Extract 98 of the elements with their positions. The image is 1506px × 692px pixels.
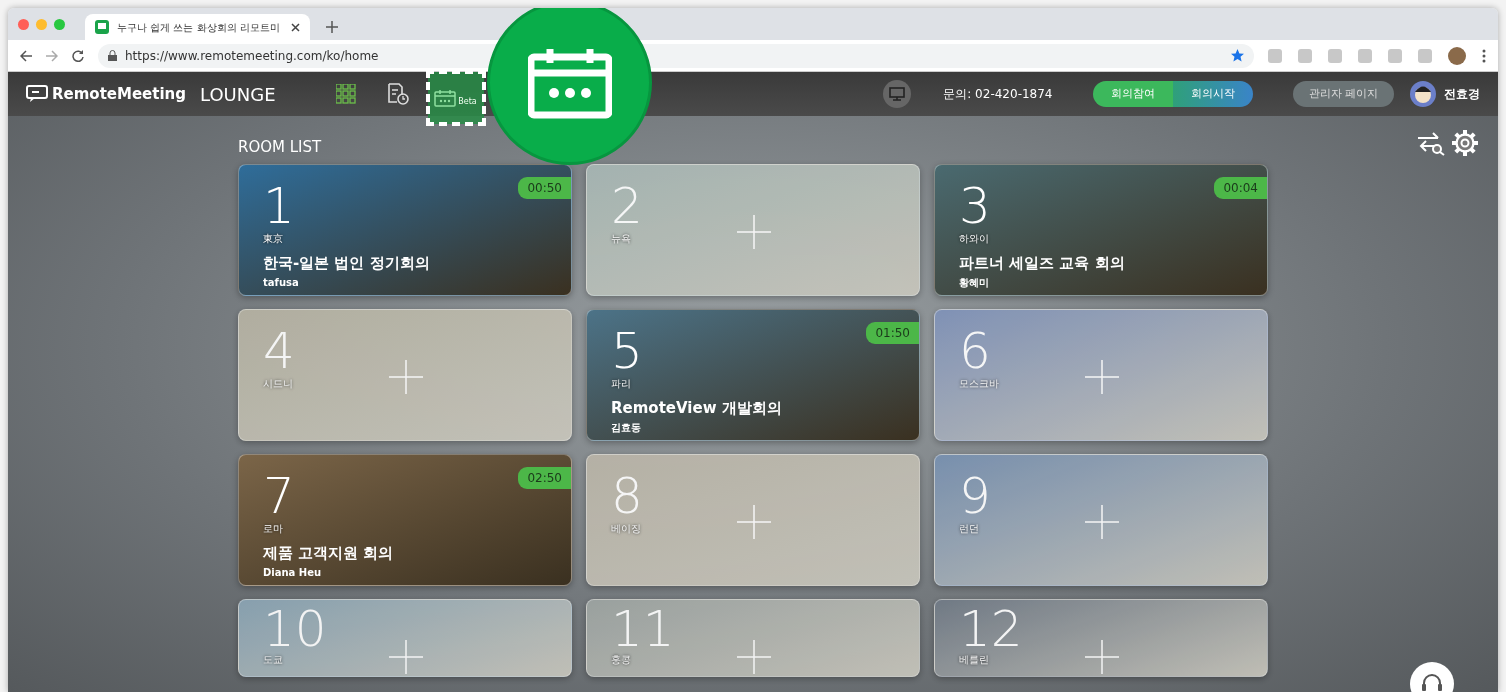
user-name[interactable]: 전효경 [1444,85,1480,103]
extension-icon[interactable] [1328,48,1342,63]
calendar-icon [434,89,457,107]
plus-icon[interactable] [737,640,771,674]
city-name: 홍콩 [611,653,632,667]
minimize-window-button[interactable] [36,18,47,30]
monitor-button[interactable] [883,80,912,108]
host-name: tafusa [263,275,300,290]
menu-icon[interactable] [1482,48,1486,63]
city-name: 뉴욕 [611,232,632,246]
plus-icon[interactable] [737,505,771,539]
empty-room-card[interactable]: 10 도쿄 [238,599,572,677]
room-number: 11 [611,604,675,654]
close-window-button[interactable] [18,18,29,30]
room-number: 10 [263,604,327,654]
calendar-icon [527,46,612,119]
favicon-icon [95,20,109,34]
room-number: 8 [611,471,643,521]
meeting-room-card[interactable]: 3 하와이 파트너 세일즈 교육 회의 황혜미 00:04 [934,164,1268,296]
reload-icon[interactable] [72,49,84,62]
empty-room-card[interactable]: 2 뉴욕 [586,164,920,296]
new-tab-icon[interactable] [326,21,338,33]
plus-icon[interactable] [737,215,771,249]
room-number: 7 [263,471,295,521]
room-number: 12 [959,604,1023,654]
monitor-icon [889,87,906,101]
swap-search-icon[interactable] [1416,130,1446,156]
logo-text: RemoteMeeting [52,83,186,105]
plus-icon[interactable] [389,360,423,394]
user-avatar-icon[interactable] [1410,81,1436,107]
profile-avatar[interactable] [1448,46,1466,65]
url-text: https://www.remotemeeting.com/ko/home [125,47,380,65]
extension-icon[interactable] [1418,48,1432,63]
grid-icon [335,84,356,104]
room-number: 9 [959,471,991,521]
elapsed-timer: 00:04 [1214,177,1267,199]
start-meeting-button[interactable]: 회의시작 [1172,80,1253,108]
logo-icon [26,85,48,103]
city-name: 東京 [263,232,284,246]
room-number: 4 [263,326,295,376]
section-title: ROOM LIST [238,137,323,158]
lock-icon [108,50,117,61]
empty-room-card[interactable]: 8 베이징 [586,454,920,586]
elapsed-timer: 02:50 [518,467,571,489]
city-name: 하와이 [959,232,990,246]
back-icon[interactable] [20,49,32,62]
city-name: 시드니 [263,377,294,391]
meeting-title: 한국-일본 법인 정기회의 [263,253,431,274]
empty-room-card[interactable]: 11 홍콩 [586,599,920,677]
room-number: 5 [611,326,643,376]
host-name: Diana Heu [263,565,323,580]
plus-icon[interactable] [1085,640,1119,674]
city-name: 모스크바 [959,377,1000,391]
city-name: 도쿄 [263,653,284,667]
city-name: 베이징 [611,522,642,536]
settings-icon[interactable] [1452,130,1478,156]
room-number: 3 [959,181,991,231]
elapsed-timer: 00:50 [518,177,571,199]
host-name: 김효동 [611,420,642,435]
city-name: 파리 [611,377,632,391]
plus-icon[interactable] [389,640,423,674]
host-name: 황혜미 [959,275,990,290]
document-clock-icon [386,83,409,105]
empty-room-card[interactable]: 9 런던 [934,454,1268,586]
meeting-title: RemoteView 개발회의 [611,398,783,419]
city-name: 로마 [263,522,284,536]
elapsed-timer: 01:50 [866,322,919,344]
room-number: 1 [263,181,295,231]
meeting-title: 파트너 세일즈 교육 회의 [959,253,1126,274]
join-meeting-button[interactable]: 회의참여 [1092,80,1174,108]
forward-icon[interactable] [46,49,58,62]
tab-title: 누구나 쉽게 쓰는 화상회의 리모트미 [117,20,281,35]
meeting-room-card[interactable]: 7 로마 제품 고객지원 회의 Diana Heu 02:50 [238,454,572,586]
admin-page-button[interactable]: 관리자 페이지 [1292,80,1394,108]
calendar-nav-button[interactable]: Beta [427,72,484,124]
meeting-title: 제품 고객지원 회의 [263,543,395,564]
meeting-room-card[interactable]: 5 파리 RemoteView 개발회의 김효동 01:50 [586,309,920,441]
headset-icon [1421,674,1443,692]
maximize-window-button[interactable] [54,18,65,30]
city-name: 베를린 [959,653,990,667]
product-name: LOUNGE [200,82,276,107]
extension-icon[interactable] [1388,48,1402,63]
browser-tab[interactable]: 누구나 쉽게 쓰는 화상회의 리모트미 [85,14,310,40]
plus-icon[interactable] [1085,360,1119,394]
contact-text: 문의: 02-420-1874 [943,86,1053,103]
room-number: 2 [611,181,643,231]
extension-icon[interactable] [1358,48,1372,63]
extension-icon[interactable] [1268,48,1282,63]
meeting-room-card[interactable]: 1 東京 한국-일본 법인 정기회의 tafusa 00:50 [238,164,572,296]
empty-room-card[interactable]: 4 시드니 [238,309,572,441]
close-icon[interactable] [291,22,300,32]
star-icon[interactable] [1231,49,1244,62]
city-name: 런던 [959,522,980,536]
extension-icon[interactable] [1298,48,1312,63]
empty-room-card[interactable]: 12 베를린 [934,599,1268,677]
empty-room-card[interactable]: 6 모스크바 [934,309,1268,441]
room-number: 6 [959,326,991,376]
plus-icon[interactable] [1085,505,1119,539]
